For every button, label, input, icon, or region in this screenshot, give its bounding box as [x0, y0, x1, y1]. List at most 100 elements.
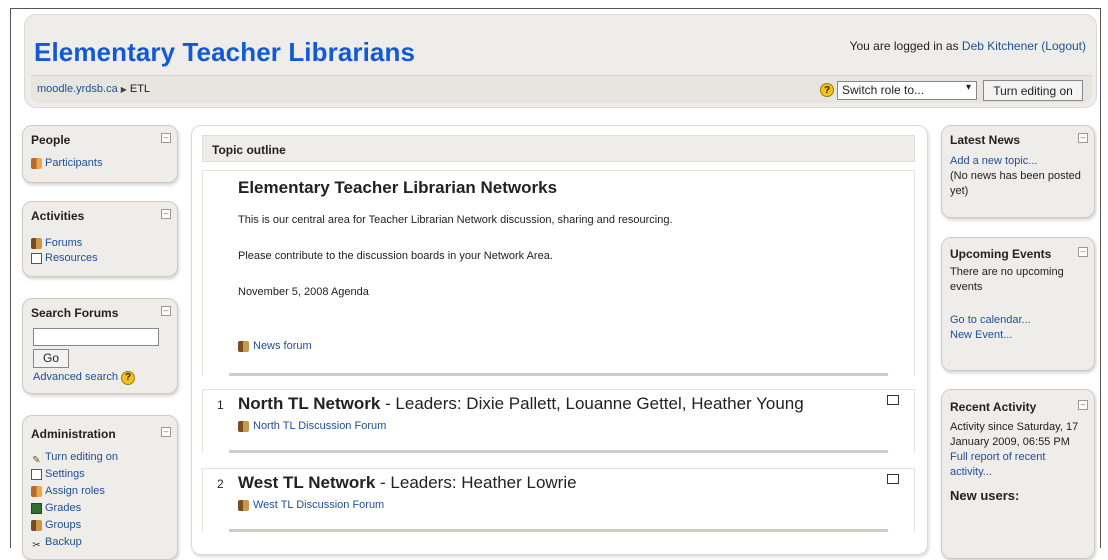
section-heading: Elementary Teacher Librarian Networks — [238, 178, 558, 197]
switch-role-value: Switch role to... — [842, 83, 925, 97]
network-leaders: - Leaders: Dixie Pallett, Louanne Gettel… — [380, 394, 804, 413]
admin-item-label[interactable]: Assign roles — [45, 483, 105, 500]
navbar: moodle.yrdsb.ca ▶ ETL ? Switch role to... … — [31, 75, 1092, 103]
forums-link[interactable]: Forums — [31, 236, 169, 251]
section-number: 1 — [217, 398, 224, 412]
assign-roles-link[interactable]: Assign roles — [31, 483, 169, 500]
admin-item-label[interactable]: Turn editing on — [45, 449, 118, 466]
north-forum-link[interactable]: North TL Discussion Forum — [238, 420, 386, 432]
section-week-1: 1 North TL Network - Leaders: Dixie Pall… — [202, 389, 915, 453]
network-name: North TL Network — [238, 394, 381, 413]
people-block: People – Participants — [22, 125, 178, 183]
network-name: West TL Network — [238, 473, 376, 492]
block-title: Recent Activity — [950, 400, 1037, 414]
login-info: You are logged in as Deb Kitchener (Logo… — [850, 39, 1086, 53]
settings-link[interactable]: Settings — [31, 466, 169, 483]
logout-link[interactable]: (Logout) — [1041, 39, 1086, 53]
resources-label[interactable]: Resources — [45, 251, 98, 266]
help-icon[interactable]: ? — [121, 370, 135, 385]
backup-icon: ✂ — [32, 540, 41, 551]
go-to-calendar-link[interactable]: Go to calendar... — [950, 313, 1086, 328]
collapse-icon[interactable]: – — [161, 427, 171, 437]
forum-label[interactable]: North TL Discussion Forum — [253, 420, 386, 432]
switch-role-select[interactable]: Switch role to... ▾ — [837, 81, 977, 100]
breadcrumb-home-link[interactable]: moodle.yrdsb.ca — [37, 83, 118, 95]
search-forums-block: Search Forums – Go Advanced search ? — [22, 298, 178, 394]
block-title: Latest News — [950, 133, 1021, 147]
collapse-icon[interactable]: – — [161, 133, 171, 143]
forum-icon — [31, 238, 42, 249]
site-title[interactable]: Elementary Teacher Librarians — [34, 37, 415, 68]
west-forum-link[interactable]: West TL Discussion Forum — [238, 499, 384, 511]
block-title: Upcoming Events — [950, 247, 1052, 261]
upcoming-events-block: Upcoming Events – There are no upcoming … — [941, 237, 1095, 371]
section-0: Elementary Teacher Librarian Networks Th… — [202, 170, 915, 376]
latest-news-block: Latest News – Add a new topic... (No new… — [941, 125, 1095, 218]
groups-icon — [31, 520, 42, 531]
collapse-icon[interactable]: – — [1078, 247, 1088, 257]
section-number: 2 — [217, 477, 224, 491]
collapse-icon[interactable]: – — [1078, 400, 1088, 410]
page-header: Elementary Teacher Librarians You are lo… — [24, 14, 1097, 108]
participants-label[interactable]: Participants — [45, 156, 102, 171]
show-only-section-icon[interactable] — [887, 474, 899, 484]
admin-item-label[interactable]: Settings — [45, 466, 85, 483]
breadcrumb-separator-icon: ▶ — [120, 85, 127, 94]
admin-item-label[interactable]: Backup — [45, 534, 82, 551]
grades-icon — [31, 503, 42, 514]
go-button[interactable]: Go — [33, 349, 69, 368]
participants-icon — [31, 158, 42, 169]
backup-link[interactable]: ✂ Backup — [31, 534, 169, 551]
turn-editing-on-button[interactable]: Turn editing on — [983, 80, 1083, 101]
user-name-link[interactable]: Deb Kitchener — [962, 39, 1038, 53]
agenda-link[interactable]: November 5, 2008 Agenda — [238, 286, 369, 298]
groups-link[interactable]: Groups — [31, 517, 169, 534]
show-only-section-icon[interactable] — [887, 395, 899, 405]
activity-since-text: Activity since Saturday, 17 January 2009… — [950, 421, 1079, 448]
resource-icon — [31, 253, 42, 264]
admin-item-label[interactable]: Groups — [45, 517, 81, 534]
no-news-text: (No news has been posted yet) — [950, 170, 1081, 197]
block-title: Administration — [31, 427, 116, 441]
topic-outline-header: Topic outline — [202, 135, 915, 162]
forum-label[interactable]: West TL Discussion Forum — [253, 499, 384, 511]
section-title: West TL Network - Leaders: Heather Lowri… — [238, 473, 577, 493]
login-prefix: You are logged in as — [849, 39, 962, 53]
forum-icon — [238, 340, 249, 352]
block-title: Activities — [31, 209, 85, 223]
administration-block: Administration – ✎ Turn editing on Setti… — [22, 415, 178, 560]
news-forum-link[interactable]: News forum — [238, 340, 312, 352]
collapse-icon[interactable]: – — [161, 306, 171, 316]
new-event-link[interactable]: New Event... — [950, 328, 1086, 343]
collapse-icon[interactable]: – — [1078, 133, 1088, 143]
admin-turn-editing-on-link[interactable]: ✎ Turn editing on — [31, 449, 169, 466]
forum-icon — [238, 420, 249, 432]
grades-link[interactable]: Grades — [31, 500, 169, 517]
section-week-2: 2 West TL Network - Leaders: Heather Low… — [202, 468, 915, 532]
news-forum-label[interactable]: News forum — [253, 340, 312, 352]
advanced-search-link[interactable]: Advanced search — [33, 370, 118, 385]
collapse-icon[interactable]: – — [161, 209, 171, 219]
new-users-heading: New users: — [950, 488, 1020, 503]
block-title: Search Forums — [31, 306, 119, 320]
search-forums-input[interactable] — [33, 328, 159, 346]
settings-icon — [31, 469, 42, 480]
admin-item-label[interactable]: Grades — [45, 500, 81, 517]
activities-block: Activities – Forums Resources — [22, 201, 178, 277]
forum-icon — [238, 499, 249, 511]
section-divider — [229, 529, 888, 532]
breadcrumb: moodle.yrdsb.ca ▶ ETL — [37, 83, 150, 95]
resources-link[interactable]: Resources — [31, 251, 169, 266]
section-divider — [229, 450, 888, 453]
recent-activity-block: Recent Activity – Activity since Saturda… — [941, 389, 1095, 559]
forums-label[interactable]: Forums — [45, 236, 82, 251]
breadcrumb-current: ETL — [129, 83, 151, 95]
chevron-down-icon: ▾ — [965, 82, 971, 93]
section-divider — [229, 373, 888, 376]
participants-link[interactable]: Participants — [31, 156, 169, 171]
full-report-link[interactable]: Full report of recent activity... — [950, 450, 1086, 480]
section-intro-text: This is our central area for Teacher Lib… — [238, 214, 673, 226]
help-icon[interactable]: ? — [820, 83, 834, 97]
section-title: North TL Network - Leaders: Dixie Pallet… — [238, 394, 804, 414]
add-topic-link[interactable]: Add a new topic... — [950, 155, 1037, 167]
